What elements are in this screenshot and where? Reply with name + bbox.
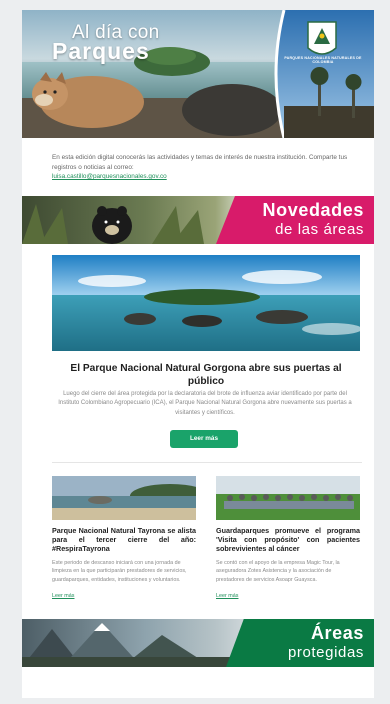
intro-paragraph: En esta edición digital conocerás las ac…	[52, 153, 352, 182]
article-guardaparques-read-more-link[interactable]: Leer más	[216, 593, 238, 599]
featured-summary: Luego del cierre del área protegida por …	[58, 391, 352, 416]
article-tayrona-title: Parque Nacional Natural Tayrona se alist…	[52, 526, 196, 553]
article-tayrona-read-more-link[interactable]: Leer más	[52, 593, 74, 599]
article-guardaparques-title: Guardaparques promueve el programa 'Visi…	[216, 526, 360, 553]
logo-text: PARQUES NACIONALES NATURALES DE COLOMBIA	[284, 56, 362, 65]
newsletter: Al día con Parques PARQUES NACIONALES NA…	[22, 10, 374, 698]
tayrona-beach-photo	[52, 476, 196, 520]
article-guardaparques-text: Se contó con el apoyo de la empresa Magi…	[216, 560, 340, 583]
hero-title: Parques	[52, 38, 150, 64]
contact-email-link[interactable]: luisa.castillo@parquesnacionales.gov.co	[52, 173, 167, 180]
novedades-title: Novedades	[262, 200, 364, 220]
intro-text: En esta edición digital conocerás las ac…	[52, 154, 348, 171]
article-tayrona-text: Este periodo de descanso iniciará con un…	[52, 560, 187, 583]
gorgona-island-photo	[52, 255, 360, 351]
novedades-banner: Novedades de las áreas	[22, 196, 374, 244]
areas-title: Áreas	[310, 623, 364, 643]
novedades-heading: Novedades de las áreas	[216, 196, 374, 244]
areas-protegidas-heading: Áreas protegidas	[226, 619, 374, 667]
novedades-subtitle: de las áreas	[275, 221, 364, 238]
divider	[52, 462, 362, 463]
featured-read-more-button[interactable]: Leer más	[170, 430, 238, 448]
areas-protegidas-banner: Áreas protegidas	[22, 619, 374, 667]
group-photo	[216, 476, 360, 520]
hero-banner: Al día con Parques PARQUES NACIONALES NA…	[22, 10, 374, 138]
areas-subtitle: protegidas	[287, 644, 364, 661]
article-guardaparques: Guardaparques promueve el programa 'Visi…	[216, 476, 360, 602]
featured-title: El Parque Nacional Natural Gorgona abre …	[70, 363, 342, 388]
article-tayrona: Parque Nacional Natural Tayrona se alist…	[52, 476, 196, 602]
